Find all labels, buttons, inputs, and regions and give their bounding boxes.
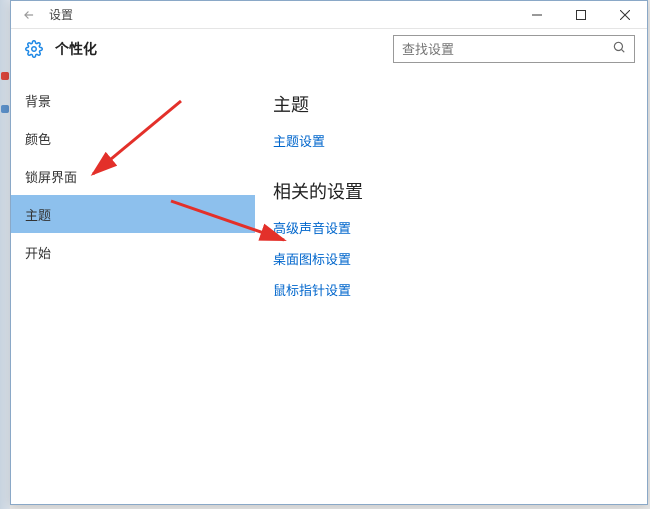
sidebar-item-background[interactable]: 背景 (11, 81, 255, 119)
link-advanced-sound[interactable]: 高级声音设置 (273, 218, 635, 237)
search-box[interactable] (393, 35, 635, 63)
titlebar: 设置 (11, 1, 647, 29)
sidebar-item-label: 背景 (25, 91, 51, 110)
gear-icon (25, 39, 45, 59)
edge-decoration (1, 72, 9, 80)
close-button[interactable] (603, 1, 647, 29)
link-desktop-icons[interactable]: 桌面图标设置 (273, 249, 635, 268)
search-input[interactable] (402, 42, 612, 57)
sidebar-item-theme[interactable]: 主题 (11, 195, 255, 233)
edge-decoration (1, 105, 9, 113)
sidebar-item-color[interactable]: 颜色 (11, 119, 255, 157)
section-title-related: 相关的设置 (273, 178, 635, 204)
minimize-button[interactable] (515, 1, 559, 29)
sidebar-item-start[interactable]: 开始 (11, 233, 255, 271)
settings-window: 设置 个性化 背景 颜色 锁屏界面 (10, 0, 648, 505)
body: 背景 颜色 锁屏界面 主题 开始 主题 主题设置 相关的设置 高级声音设置 桌面… (11, 69, 647, 504)
page-title: 个性化 (55, 39, 393, 59)
search-icon (612, 40, 626, 59)
background-window-edge (0, 0, 10, 509)
sidebar-item-label: 主题 (25, 205, 51, 224)
sidebar-item-label: 开始 (25, 243, 51, 262)
window-controls (515, 1, 647, 29)
back-button[interactable] (19, 5, 39, 25)
window-title: 设置 (49, 6, 515, 23)
section-title-theme: 主题 (273, 91, 635, 117)
link-theme-settings[interactable]: 主题设置 (273, 131, 635, 150)
link-mouse-pointer[interactable]: 鼠标指针设置 (273, 280, 635, 299)
maximize-button[interactable] (559, 1, 603, 29)
content-pane: 主题 主题设置 相关的设置 高级声音设置 桌面图标设置 鼠标指针设置 (255, 69, 647, 504)
sidebar-item-label: 锁屏界面 (25, 167, 77, 186)
header-row: 个性化 (11, 29, 647, 69)
sidebar-item-lockscreen[interactable]: 锁屏界面 (11, 157, 255, 195)
sidebar: 背景 颜色 锁屏界面 主题 开始 (11, 69, 255, 504)
sidebar-item-label: 颜色 (25, 129, 51, 148)
